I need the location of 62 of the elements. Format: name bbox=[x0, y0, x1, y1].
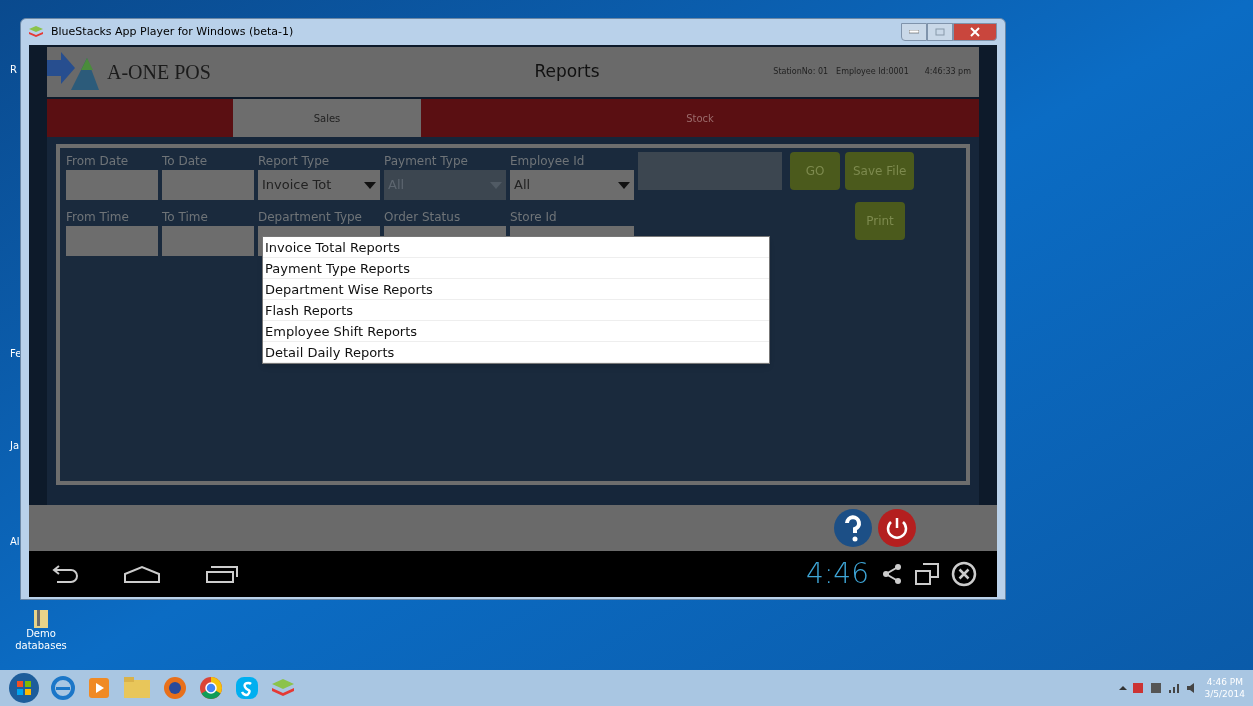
caret-icon bbox=[618, 181, 630, 189]
close-button[interactable] bbox=[953, 23, 997, 41]
desktop-icon-label: Ja bbox=[10, 439, 20, 453]
field-label: To Time bbox=[162, 209, 209, 226]
minimize-icon bbox=[909, 30, 919, 34]
caret-icon bbox=[364, 181, 376, 189]
android-clock: 4:46 bbox=[806, 556, 869, 592]
desktop-icon-label: Demo databases bbox=[15, 628, 67, 652]
minimize-button[interactable] bbox=[901, 23, 927, 41]
close-icon bbox=[970, 27, 980, 37]
field-label: Payment Type bbox=[384, 153, 469, 170]
page-title: Reports bbox=[533, 60, 601, 84]
field-label: Order Status bbox=[384, 209, 462, 226]
start-button[interactable] bbox=[8, 672, 40, 704]
input-field[interactable] bbox=[638, 152, 782, 190]
home-icon[interactable] bbox=[123, 564, 161, 584]
tray-date: 3/5/2014 bbox=[1204, 688, 1245, 700]
maximize-icon bbox=[935, 28, 945, 36]
input-field[interactable] bbox=[66, 170, 158, 200]
window-icon[interactable] bbox=[915, 563, 939, 585]
recent-apps-icon[interactable] bbox=[205, 564, 239, 584]
browser-icon[interactable] bbox=[198, 675, 224, 701]
dropdown-option[interactable]: Detail Daily Reports bbox=[263, 342, 769, 363]
media-player-icon[interactable] bbox=[86, 675, 112, 701]
input-field[interactable] bbox=[162, 226, 254, 256]
field-label: From Time bbox=[66, 209, 130, 226]
window-title: BlueStacks App Player for Windows (beta-1) bbox=[51, 23, 294, 40]
close-icon[interactable] bbox=[951, 561, 977, 587]
chat-app-icon[interactable] bbox=[234, 675, 260, 701]
tab[interactable]: Sales bbox=[233, 99, 421, 137]
field-label: To Date bbox=[162, 153, 209, 170]
input-field[interactable] bbox=[162, 170, 254, 200]
select-value: All bbox=[514, 176, 531, 195]
field-label: From Date bbox=[66, 153, 130, 170]
employee-id: Employee Id:0001 bbox=[836, 66, 909, 78]
layers-icon bbox=[29, 26, 43, 38]
desktop-icon-label: R bbox=[10, 63, 17, 77]
field-label: Store Id bbox=[510, 209, 558, 226]
field-label: Employee Id bbox=[510, 153, 586, 170]
station-number: StationNo: 01 bbox=[773, 66, 829, 78]
power-icon[interactable] bbox=[877, 508, 917, 548]
dropdown-option[interactable]: Department Wise Reports bbox=[263, 279, 769, 300]
help-icon[interactable] bbox=[833, 508, 873, 548]
maximize-button[interactable] bbox=[927, 23, 953, 41]
dropdown-option[interactable]: Invoice Total Reports bbox=[263, 237, 769, 258]
input-field[interactable] bbox=[66, 226, 158, 256]
tray-time: 4:46 PM bbox=[1206, 676, 1243, 688]
dropdown-option[interactable]: Flash Reports bbox=[263, 300, 769, 321]
browser-icon[interactable] bbox=[162, 675, 188, 701]
field-label: Report Type bbox=[258, 153, 331, 170]
tab[interactable]: Stock bbox=[421, 99, 979, 137]
share-icon[interactable] bbox=[881, 563, 903, 585]
browser-icon[interactable] bbox=[50, 675, 76, 701]
select-field[interactable]: All bbox=[510, 170, 634, 200]
select-field[interactable]: Invoice Tot bbox=[258, 170, 380, 200]
dropdown-option[interactable]: Payment Type Reports bbox=[263, 258, 769, 279]
dropdown-option[interactable]: Employee Shift Reports bbox=[263, 321, 769, 342]
desktop-icon-label: Al bbox=[10, 535, 20, 549]
app-logo-text: A-ONE POS bbox=[107, 60, 212, 85]
select-value: Invoice Tot bbox=[262, 176, 332, 195]
field-label: Department Type bbox=[258, 209, 363, 226]
header-clock: 4:46:33 pm bbox=[924, 66, 971, 78]
